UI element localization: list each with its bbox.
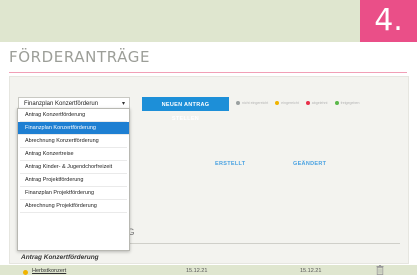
legend-item-approved: freigegeben <box>334 101 360 105</box>
dropdown-option[interactable]: Abrechnung Konzertförderung <box>20 135 127 148</box>
legend-item-submitted: eingereicht <box>275 101 299 105</box>
application-link[interactable]: Herbstkonzert <box>32 268 66 274</box>
form-type-dropdown: Antrag Konzertförderung Finanzplan Konze… <box>17 108 130 251</box>
status-dot-icon <box>334 101 339 105</box>
legend-item-rejected: abgelehnt <box>305 101 328 105</box>
status-dot-icon <box>236 101 240 105</box>
group-title: Antrag Konzertförderung <box>21 254 99 261</box>
status-dot-icon <box>275 101 280 105</box>
legend-label: nicht eingereicht <box>242 101 269 105</box>
step-number-badge: 4. <box>360 0 417 42</box>
page-title: FÖRDERANTRÄGE <box>9 48 151 66</box>
dropdown-option-selected[interactable]: Finanzplan Konzertförderung <box>18 122 129 135</box>
title-divider <box>9 72 407 73</box>
status-dot-icon <box>23 270 28 275</box>
row-created-date: 15.12.21 <box>186 268 208 274</box>
dropdown-option[interactable]: Abrechnung Projektförderung <box>20 200 127 213</box>
column-header-changed[interactable]: GEÄNDERT <box>293 161 326 167</box>
dropdown-option[interactable]: Antrag Kinder- & Jugendchorfreizeit <box>20 161 127 174</box>
legend-label: freigegeben <box>340 101 360 105</box>
trash-icon[interactable] <box>376 265 384 275</box>
dropdown-option[interactable]: Antrag Konzertreise <box>20 148 127 161</box>
dropdown-option[interactable]: Antrag Projektförderung <box>20 174 127 187</box>
legend-label: abgelehnt <box>311 101 328 105</box>
legend-item-not-submitted: nicht eingereicht <box>236 101 268 105</box>
dropdown-option[interactable]: Finanzplan Projektförderung <box>20 187 127 200</box>
row-changed-date: 15.12.21 <box>300 268 322 274</box>
column-header-created[interactable]: ERSTELLT <box>215 161 245 167</box>
status-dot-icon <box>305 101 310 105</box>
form-type-select-value: Finanzplan Konzertförderun <box>24 101 99 107</box>
dropdown-option[interactable]: Antrag Konzertförderung <box>20 109 127 122</box>
legend-label: eingereicht <box>281 101 299 105</box>
new-application-button[interactable]: NEUEN ANTRAG STELLEN <box>142 97 229 122</box>
status-legend: nicht eingereicht eingereicht abgelehnt … <box>236 101 360 105</box>
